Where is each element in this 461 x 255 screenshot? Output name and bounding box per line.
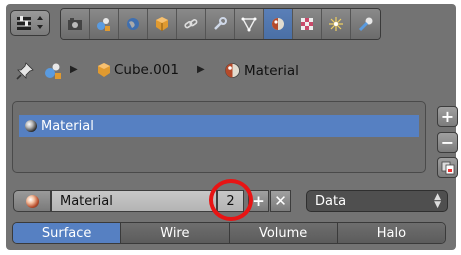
material-browse-icon	[25, 194, 39, 208]
scene-icon	[97, 18, 110, 31]
editor-type-button[interactable]	[10, 10, 50, 36]
tab-texture[interactable]	[293, 9, 322, 39]
tab-render[interactable]	[61, 9, 90, 39]
texture-icon	[301, 18, 313, 30]
material-slot-list[interactable]: Material	[12, 101, 426, 173]
modifier-wrench-icon	[214, 17, 227, 30]
tab-surface[interactable]: Surface	[13, 223, 122, 243]
material-preview-icon	[25, 120, 37, 132]
scene-icon	[45, 63, 61, 79]
tab-physics[interactable]	[351, 9, 380, 39]
remove-slot-button[interactable]: −	[437, 132, 458, 153]
constraints-icon	[184, 19, 198, 29]
pin-button[interactable]	[16, 62, 34, 80]
world-icon	[127, 18, 139, 30]
material-browse-button[interactable]	[13, 190, 51, 212]
breadcrumb-separator-icon: ▶	[70, 64, 78, 75]
breadcrumb-material-label: Material	[244, 62, 299, 79]
slot-menu-button[interactable]	[437, 157, 458, 178]
link-select[interactable]: Data ▲ ▼	[306, 190, 448, 212]
tab-object[interactable]	[148, 9, 177, 39]
tab-wire[interactable]: Wire	[121, 223, 230, 243]
material-type-tabs: Surface Wire Volume Halo	[12, 222, 446, 244]
tab-material[interactable]	[264, 9, 293, 39]
mesh-data-icon	[241, 17, 257, 32]
particles-icon	[329, 17, 343, 31]
properties-editor-icon	[17, 16, 43, 30]
link-select-value: Data	[315, 193, 347, 209]
material-icon	[272, 18, 284, 30]
breadcrumb-separator-icon: ▶	[197, 64, 205, 75]
tab-scene[interactable]	[90, 9, 119, 39]
copy-menu-icon	[441, 161, 454, 174]
material-name-field[interactable]: Material	[51, 190, 217, 212]
list-item-label: Material	[41, 118, 94, 134]
updown-arrows-icon: ▲ ▼	[434, 192, 441, 210]
pin-icon	[16, 62, 34, 80]
material-icon	[225, 63, 240, 78]
breadcrumb-object-label: Cube.001	[114, 62, 179, 78]
tab-constraints[interactable]	[177, 9, 206, 39]
breadcrumb-scene	[44, 62, 64, 80]
highlight-circle	[209, 179, 253, 221]
breadcrumb-material: Material	[224, 62, 299, 79]
render-icon	[68, 18, 82, 30]
object-icon	[156, 17, 168, 31]
tab-halo[interactable]: Halo	[337, 223, 445, 243]
minus-icon: −	[440, 133, 455, 152]
context-tabs	[60, 8, 381, 40]
tab-volume[interactable]: Volume	[229, 223, 338, 243]
physics-icon	[358, 17, 372, 32]
plus-icon: +	[252, 192, 265, 210]
close-icon: ✕	[274, 192, 287, 210]
tab-world[interactable]	[119, 9, 148, 39]
unlink-material-button[interactable]: ✕	[270, 190, 291, 212]
plus-icon: +	[440, 107, 455, 126]
tab-modifiers[interactable]	[206, 9, 235, 39]
object-icon	[98, 63, 110, 77]
breadcrumb-object: Cube.001	[96, 62, 179, 78]
tab-mesh-data[interactable]	[235, 9, 264, 39]
add-slot-button[interactable]: +	[437, 106, 458, 127]
tab-particles[interactable]	[322, 9, 351, 39]
list-item[interactable]: Material	[19, 115, 419, 137]
